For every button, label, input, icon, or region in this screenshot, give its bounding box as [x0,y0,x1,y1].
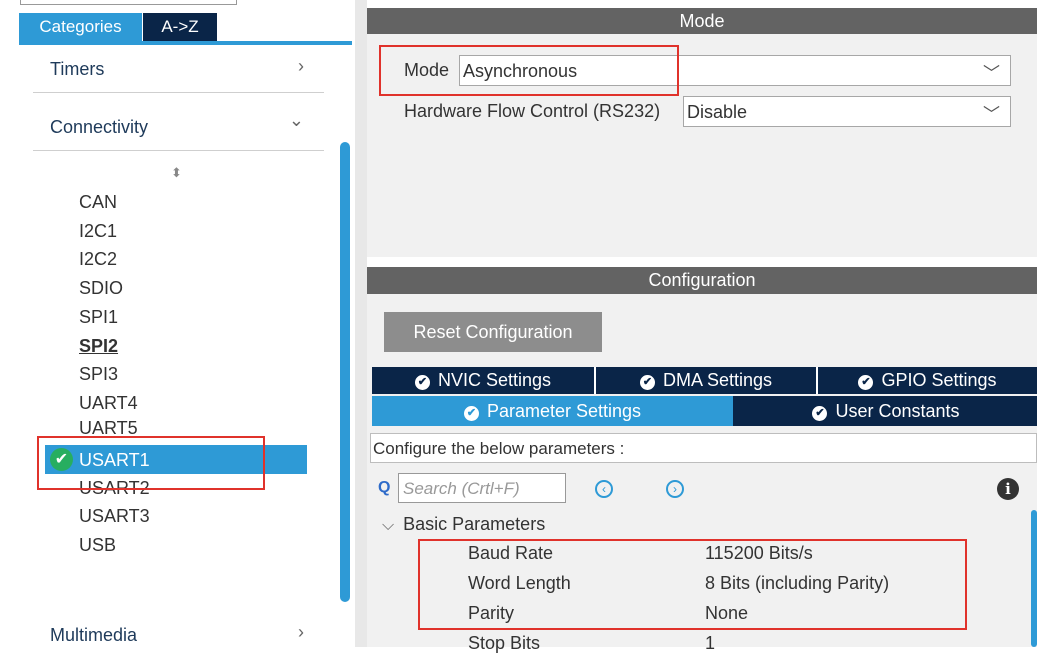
reset-configuration-button[interactable]: Reset Configuration [384,312,602,352]
check-circle-icon: ✔ [812,406,828,421]
sort-icon[interactable]: ⬍ [171,165,182,181]
group-connectivity[interactable]: Connectivity ⌄ [33,104,324,151]
param-baud-rate-value[interactable]: 115200 Bits/s [705,543,813,564]
group-timers[interactable]: Timers › [33,46,324,93]
chevron-right-icon: › [298,622,304,642]
group-connectivity-label: Connectivity [50,117,149,137]
param-parity-name: Parity [468,603,515,623]
flow-control-value: Disable [687,102,748,122]
peripheral-i2c2[interactable]: I2C2 [79,245,117,274]
param-word-length-value[interactable]: 8 Bits (including Parity) [705,573,889,594]
previous-match-icon[interactable]: ‹ [595,480,613,498]
mode-select-value: Asynchronous [463,61,578,81]
configuration-header: Configuration [367,267,1037,294]
mode-label: Mode [404,60,450,80]
search-placeholder: Search (Crtl+F) [403,479,520,498]
tab-user-constants-label: User Constants [835,401,960,421]
search-input-edge[interactable] [20,0,237,5]
chevron-down-icon: ⌄ [288,110,304,130]
tab-gpio-settings[interactable]: ✔ GPIO Settings [818,367,1037,394]
check-icon: ✔ [50,448,73,471]
tab-dma-label: DMA Settings [662,370,773,390]
configure-instructions: Configure the below parameters : [370,433,1037,463]
settings-tabs-row1: ✔ NVIC Settings ✔ DMA Settings ✔ GPIO Setti… [372,367,1037,394]
panel-divider[interactable] [355,0,367,647]
search-input[interactable]: Search (Crtl+F) [398,473,566,503]
param-stop-bits-value[interactable]: 1 [705,633,715,654]
tab-nvic-label: NVIC Settings [437,370,552,390]
config-scrollbar[interactable] [1031,510,1037,647]
search-icon: Q [378,479,391,496]
group-timers-label: Timers [50,59,105,79]
check-circle-icon: ✔ [858,375,874,390]
tab-gpio-label: GPIO Settings [881,370,997,390]
peripheral-i2c1[interactable]: I2C1 [79,217,117,246]
tab-user-constants[interactable]: ✔ User Constants [735,396,1037,426]
chevron-down-icon: ﹀ [983,105,1000,124]
param-word-length-name: Word Length [468,573,571,593]
peripheral-usb[interactable]: USB [79,531,116,560]
peripheral-usart1[interactable]: ✔ USART1 [45,445,307,474]
info-icon[interactable]: i [997,478,1019,500]
param-parity-value[interactable]: None [705,603,748,624]
peripheral-uart5[interactable]: UART5 [79,414,138,443]
mode-select[interactable]: Asynchronous ﹀ [459,55,1011,86]
group-multimedia[interactable]: Multimedia › [33,612,324,658]
peripheral-usart3[interactable]: USART3 [79,502,150,531]
categories-panel: Categories A->Z Timers › Connectivity ⌄ … [0,0,355,647]
tab-nvic-settings[interactable]: ✔ NVIC Settings [372,367,594,394]
basic-parameters-title: Basic Parameters [403,514,546,534]
peripheral-can[interactable]: CAN [79,188,117,217]
peripheral-usart2[interactable]: USART2 [79,474,150,503]
tab-categories[interactable]: Categories [19,13,142,41]
left-scrollbar[interactable] [340,142,350,602]
peripheral-spi1[interactable]: SPI1 [79,303,118,332]
next-match-icon[interactable]: › [666,480,684,498]
tab-dma-settings[interactable]: ✔ DMA Settings [596,367,816,394]
tab-parameter-settings[interactable]: ✔ Parameter Settings [372,396,733,426]
flow-control-label: Hardware Flow Control (RS232) [404,101,661,121]
check-circle-icon: ✔ [639,375,655,390]
flow-control-select[interactable]: Disable ﹀ [683,96,1011,127]
mode-header: Mode [367,8,1037,35]
chevron-right-icon: › [298,56,304,76]
param-stop-bits-name: Stop Bits [468,633,541,653]
group-multimedia-label: Multimedia [50,625,138,645]
tab-a-to-z[interactable]: A->Z [143,13,217,41]
peripheral-spi3[interactable]: SPI3 [79,360,118,389]
configure-text: Configure the below parameters : [373,439,625,458]
check-circle-icon: ✔ [463,406,479,421]
param-baud-rate-name: Baud Rate [468,543,554,563]
basic-parameters-group[interactable]: ⌵ Basic Parameters [382,514,545,535]
peripheral-spi2[interactable]: SPI2 [79,332,118,361]
tab-underline [19,41,352,45]
check-circle-icon: ✔ [414,375,430,390]
peripheral-sdio[interactable]: SDIO [79,274,123,303]
chevron-down-icon: ﹀ [983,64,1000,83]
tab-parameter-label: Parameter Settings [486,401,642,421]
collapse-icon: ⌵ [382,517,395,534]
peripheral-usart1-label: USART1 [79,450,150,470]
settings-tabs-row2: ✔ Parameter Settings ✔ User Constants [372,396,1037,426]
